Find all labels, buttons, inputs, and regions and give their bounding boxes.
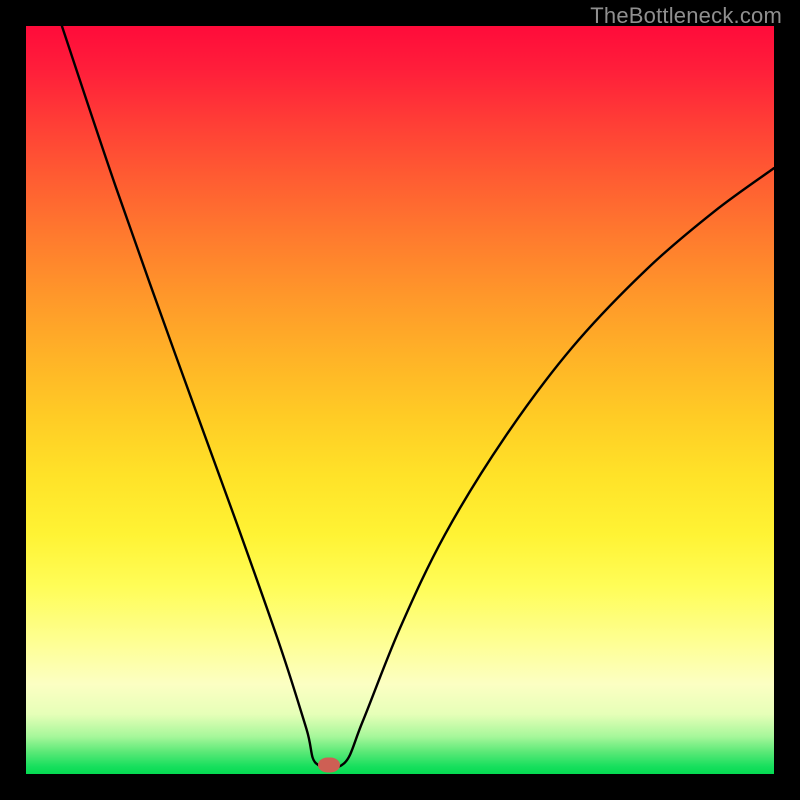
watermark-text: TheBottleneck.com — [590, 3, 782, 29]
chart-frame — [16, 16, 784, 784]
plot-area — [26, 26, 774, 774]
bottleneck-curve — [26, 26, 774, 774]
optimal-point-marker — [318, 758, 340, 773]
